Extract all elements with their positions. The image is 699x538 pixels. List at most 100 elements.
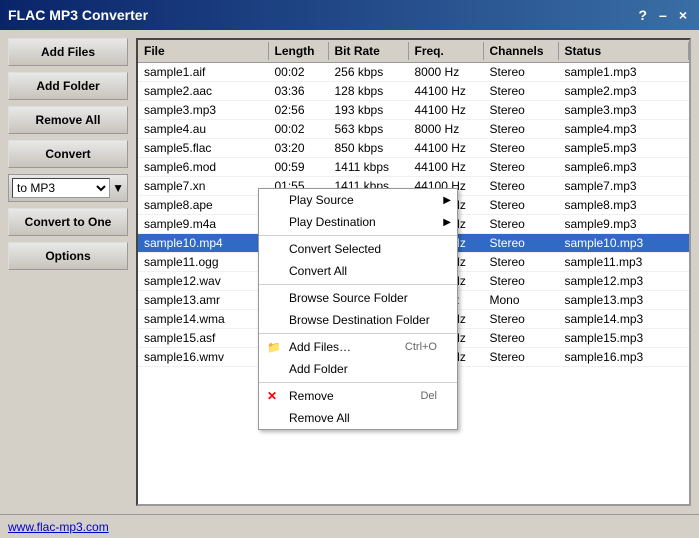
col-header-file: File bbox=[138, 42, 269, 60]
add-files-button[interactable]: Add Files bbox=[8, 38, 128, 66]
file-cell: 00:59 bbox=[269, 159, 329, 175]
file-cell: sample1.mp3 bbox=[559, 64, 690, 80]
context-menu-shortcut: Ctrl+O bbox=[405, 341, 437, 353]
table-row[interactable]: sample5.flac03:20850 kbps44100 HzStereos… bbox=[138, 139, 689, 158]
file-cell: 44100 Hz bbox=[409, 102, 484, 118]
close-button[interactable]: × bbox=[675, 7, 691, 23]
file-cell: sample6.mod bbox=[138, 159, 269, 175]
file-cell: sample16.mp3 bbox=[559, 349, 690, 365]
file-cell: sample7.mp3 bbox=[559, 178, 690, 194]
file-cell: sample5.flac bbox=[138, 140, 269, 156]
context-menu-item[interactable]: Convert Selected bbox=[259, 238, 457, 260]
file-cell: sample11.mp3 bbox=[559, 254, 690, 270]
context-menu-item-label: Add Folder bbox=[289, 362, 348, 376]
file-cell: Stereo bbox=[484, 216, 559, 232]
file-cell: sample2.mp3 bbox=[559, 83, 690, 99]
status-bar: www.flac-mp3.com bbox=[0, 514, 699, 538]
convert-to-one-button[interactable]: Convert to One bbox=[8, 208, 128, 236]
context-menu-item[interactable]: Play Destination bbox=[259, 211, 457, 233]
file-cell: sample5.mp3 bbox=[559, 140, 690, 156]
file-cell: Mono bbox=[484, 292, 559, 308]
file-cell: sample3.mp3 bbox=[559, 102, 690, 118]
file-cell: Stereo bbox=[484, 64, 559, 80]
context-menu-item-label: Browse Source Folder bbox=[289, 291, 408, 305]
table-row[interactable]: sample6.mod00:591411 kbps44100 HzStereos… bbox=[138, 158, 689, 177]
col-header-status: Status bbox=[559, 42, 690, 60]
file-cell: 44100 Hz bbox=[409, 159, 484, 175]
file-cell: sample13.mp3 bbox=[559, 292, 690, 308]
context-menu-item[interactable]: Play Source bbox=[259, 189, 457, 211]
folder-icon: 📁 bbox=[267, 341, 281, 354]
file-cell: 8000 Hz bbox=[409, 121, 484, 137]
file-list-header: File Length Bit Rate Freq. Channels Stat… bbox=[138, 40, 689, 63]
options-button[interactable]: Options bbox=[8, 242, 128, 270]
remove-all-button[interactable]: Remove All bbox=[8, 106, 128, 134]
table-row[interactable]: sample2.aac03:36128 kbps44100 HzStereosa… bbox=[138, 82, 689, 101]
context-menu-item[interactable]: Browse Destination Folder bbox=[259, 309, 457, 331]
left-panel: Add Files Add Folder Remove All Convert … bbox=[8, 38, 128, 506]
file-cell: sample9.m4a bbox=[138, 216, 269, 232]
context-menu-separator bbox=[259, 382, 457, 383]
title-bar: FLAC MP3 Converter ? – × bbox=[0, 0, 699, 30]
minimize-button[interactable]: – bbox=[655, 7, 671, 23]
context-menu-separator bbox=[259, 284, 457, 285]
file-cell: Stereo bbox=[484, 121, 559, 137]
file-cell: 00:02 bbox=[269, 64, 329, 80]
context-menu-item[interactable]: Remove All bbox=[259, 407, 457, 429]
context-menu-item-label: Browse Destination Folder bbox=[289, 313, 430, 327]
table-row[interactable]: sample1.aif00:02256 kbps8000 HzStereosam… bbox=[138, 63, 689, 82]
app-title: FLAC MP3 Converter bbox=[8, 7, 148, 23]
format-select-input[interactable]: to MP3 to FLAC to WAV to AAC to OGG bbox=[12, 178, 110, 198]
file-cell: 8000 Hz bbox=[409, 64, 484, 80]
context-menu-item-label: Convert Selected bbox=[289, 242, 381, 256]
file-cell: Stereo bbox=[484, 330, 559, 346]
context-menu-item-label: Add Files… bbox=[289, 340, 351, 354]
file-cell: 03:20 bbox=[269, 140, 329, 156]
file-cell: 02:56 bbox=[269, 102, 329, 118]
file-cell: Stereo bbox=[484, 159, 559, 175]
file-cell: sample4.mp3 bbox=[559, 121, 690, 137]
context-menu-item-label: Remove bbox=[289, 389, 334, 403]
file-cell: sample14.wma bbox=[138, 311, 269, 327]
format-selector[interactable]: to MP3 to FLAC to WAV to AAC to OGG ▼ bbox=[8, 174, 128, 202]
context-menu-item[interactable]: 📁 Add Files… Ctrl+O bbox=[259, 336, 457, 358]
context-menu-item[interactable]: Add Folder bbox=[259, 358, 457, 380]
file-cell: sample15.asf bbox=[138, 330, 269, 346]
context-menu-item[interactable]: Convert All bbox=[259, 260, 457, 282]
file-cell: sample1.aif bbox=[138, 64, 269, 80]
convert-button[interactable]: Convert bbox=[8, 140, 128, 168]
context-menu: Play Source Play Destination Convert Selec… bbox=[258, 188, 458, 430]
file-cell: sample11.ogg bbox=[138, 254, 269, 270]
context-menu-item[interactable]: ✕RemoveDel bbox=[259, 385, 457, 407]
context-menu-item-label: Convert All bbox=[289, 264, 347, 278]
file-cell: Stereo bbox=[484, 83, 559, 99]
file-cell: Stereo bbox=[484, 140, 559, 156]
file-cell: sample4.au bbox=[138, 121, 269, 137]
file-cell: 00:02 bbox=[269, 121, 329, 137]
file-cell: Stereo bbox=[484, 311, 559, 327]
add-folder-button[interactable]: Add Folder bbox=[8, 72, 128, 100]
file-cell: sample7.xn bbox=[138, 178, 269, 194]
context-menu-item-label: Play Source bbox=[289, 193, 354, 207]
col-header-bitrate: Bit Rate bbox=[329, 42, 409, 60]
file-cell: 44100 Hz bbox=[409, 140, 484, 156]
file-cell: sample10.mp3 bbox=[559, 235, 690, 251]
table-row[interactable]: sample3.mp302:56193 kbps44100 HzStereosa… bbox=[138, 101, 689, 120]
website-link[interactable]: www.flac-mp3.com bbox=[8, 520, 109, 534]
file-cell: sample2.aac bbox=[138, 83, 269, 99]
file-cell: Stereo bbox=[484, 254, 559, 270]
file-cell: 128 kbps bbox=[329, 83, 409, 99]
context-menu-separator bbox=[259, 235, 457, 236]
file-cell: sample9.mp3 bbox=[559, 216, 690, 232]
table-row[interactable]: sample4.au00:02563 kbps8000 HzStereosamp… bbox=[138, 120, 689, 139]
context-menu-item-label: Remove All bbox=[289, 411, 350, 425]
col-header-freq: Freq. bbox=[409, 42, 484, 60]
file-cell: Stereo bbox=[484, 178, 559, 194]
col-header-length: Length bbox=[269, 42, 329, 60]
help-button[interactable]: ? bbox=[634, 7, 651, 23]
file-cell: Stereo bbox=[484, 235, 559, 251]
col-header-channels: Channels bbox=[484, 42, 559, 60]
context-menu-item[interactable]: Browse Source Folder bbox=[259, 287, 457, 309]
file-cell: Stereo bbox=[484, 273, 559, 289]
file-cell: 256 kbps bbox=[329, 64, 409, 80]
